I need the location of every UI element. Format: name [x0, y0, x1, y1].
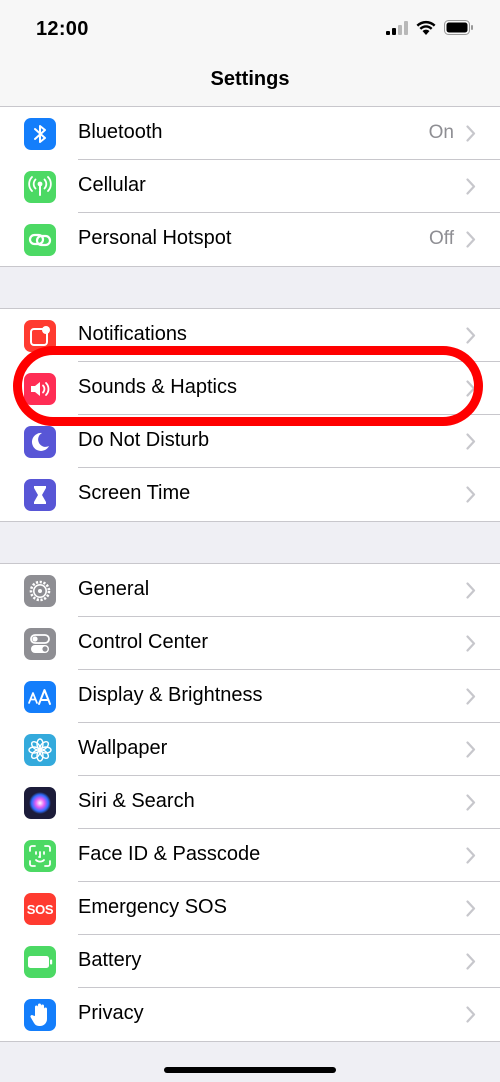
settings-row-cellular[interactable]: Cellular: [0, 160, 500, 213]
battery-icon: [24, 946, 56, 978]
signal-icon: [386, 20, 408, 35]
settings-row-value: Off: [429, 228, 454, 249]
notifications-icon: [24, 320, 56, 352]
settings-row-label: Cellular: [78, 174, 146, 196]
chevron-right-icon: [466, 178, 476, 195]
hand-icon: [24, 999, 56, 1031]
status-icons: [386, 20, 474, 35]
gear-icon: [24, 575, 56, 607]
bluetooth-icon: [24, 118, 56, 150]
flower-icon: [24, 734, 56, 766]
chevron-right-icon: [466, 741, 476, 758]
page-title: Settings: [210, 68, 290, 90]
settings-row-wallpaper[interactable]: Wallpaper: [0, 723, 500, 776]
settings-row-do-not-disturb[interactable]: Do Not Disturb: [0, 415, 500, 468]
speaker-icon: [24, 373, 56, 405]
settings-row-label: Screen Time: [78, 482, 191, 504]
chevron-right-icon: [466, 125, 476, 142]
wifi-icon: [416, 20, 436, 35]
settings-row-label: Bluetooth: [78, 121, 163, 143]
settings-row-label: Control Center: [78, 631, 209, 653]
chevron-right-icon: [466, 231, 476, 248]
text-size-icon: [24, 681, 56, 713]
hotspot-link-icon: [24, 224, 56, 256]
battery-status-icon: [444, 20, 473, 35]
home-indicator[interactable]: [164, 1067, 336, 1073]
settings-row-label: Do Not Disturb: [78, 429, 210, 451]
chevron-right-icon: [466, 582, 476, 599]
chevron-right-icon: [466, 847, 476, 864]
status-time: 12:00: [36, 18, 89, 40]
chevron-right-icon: [466, 380, 476, 397]
settings-row-label: Sounds & Haptics: [78, 376, 237, 398]
chevron-right-icon: [466, 635, 476, 652]
chevron-right-icon: [466, 433, 476, 450]
chevron-right-icon: [466, 953, 476, 970]
sos-icon-text: SOS: [26, 901, 54, 917]
toggles-icon: [24, 628, 56, 660]
navigation-bar: Settings: [0, 60, 500, 107]
settings-group-general: General Control Center Display & Brightn…: [0, 563, 500, 1042]
settings-row-bluetooth[interactable]: Bluetooth On: [0, 107, 500, 160]
chevron-right-icon: [466, 794, 476, 811]
settings-row-label: Personal Hotspot: [78, 227, 232, 249]
settings-row-sounds-haptics[interactable]: Sounds & Haptics: [0, 362, 500, 415]
settings-row-emergency-sos[interactable]: SOS Emergency SOS: [0, 882, 500, 935]
sos-icon: SOS: [24, 893, 56, 925]
settings-row-battery[interactable]: Battery: [0, 935, 500, 988]
hourglass-icon: [24, 479, 56, 511]
settings-row-privacy[interactable]: Privacy: [0, 988, 500, 1041]
settings-row-label: Privacy: [78, 1002, 144, 1024]
settings-row-label: Siri & Search: [78, 790, 195, 812]
chevron-right-icon: [466, 1006, 476, 1023]
chevron-right-icon: [466, 688, 476, 705]
settings-row-label: Battery: [78, 949, 142, 971]
chevron-right-icon: [466, 486, 476, 503]
settings-row-label: Emergency SOS: [78, 896, 227, 918]
settings-row-control-center[interactable]: Control Center: [0, 617, 500, 670]
settings-row-siri-search[interactable]: Siri & Search: [0, 776, 500, 829]
settings-row-general[interactable]: General: [0, 564, 500, 617]
settings-row-value: On: [428, 122, 454, 143]
settings-row-label: Wallpaper: [78, 737, 168, 759]
settings-row-face-id-passcode[interactable]: Face ID & Passcode: [0, 829, 500, 882]
settings-row-display-brightness[interactable]: Display & Brightness: [0, 670, 500, 723]
settings-row-screen-time[interactable]: Screen Time: [0, 468, 500, 521]
settings-group-notifications: Notifications Sounds & Haptics Do Not Di…: [0, 308, 500, 522]
settings-row-label: Display & Brightness: [78, 684, 263, 706]
settings-row-label: Notifications: [78, 323, 187, 345]
cellular-antenna-icon: [24, 171, 56, 203]
status-bar: 12:00: [0, 0, 500, 60]
settings-row-notifications[interactable]: Notifications: [0, 309, 500, 362]
settings-row-label: Face ID & Passcode: [78, 843, 261, 865]
face-id-icon: [24, 840, 56, 872]
settings-group-connectivity: Bluetooth On Cellular Personal Hotspot O…: [0, 106, 500, 267]
chevron-right-icon: [466, 327, 476, 344]
settings-row-personal-hotspot[interactable]: Personal Hotspot Off: [0, 213, 500, 266]
moon-icon: [24, 426, 56, 458]
chevron-right-icon: [466, 900, 476, 917]
settings-row-label: General: [78, 578, 150, 600]
siri-icon: [24, 787, 56, 819]
